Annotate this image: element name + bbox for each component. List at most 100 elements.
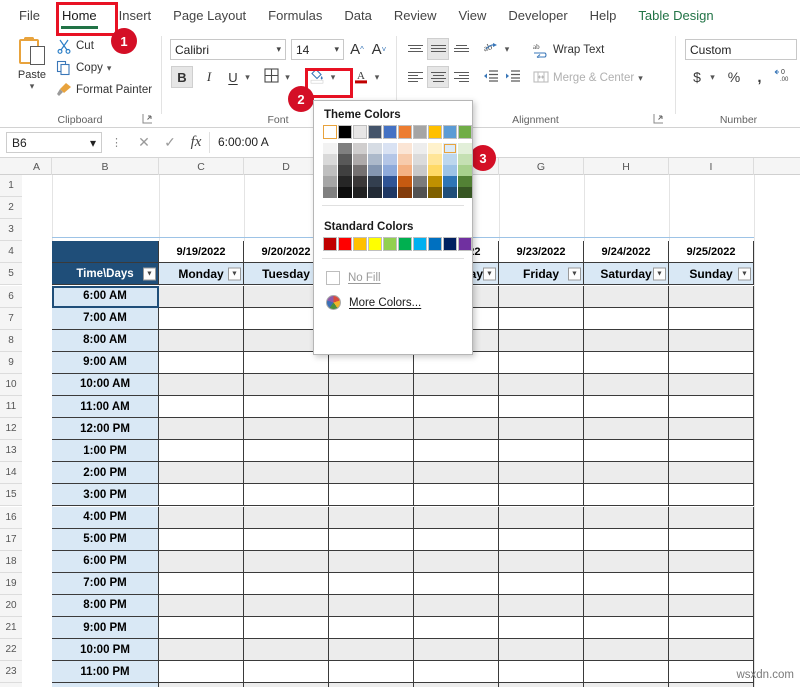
schedule-cell[interactable]: [244, 484, 329, 506]
tab-insert[interactable]: Insert: [108, 4, 163, 27]
borders-chevron-down-icon[interactable]: ▾: [281, 66, 294, 88]
theme-variant-column[interactable]: [323, 143, 337, 198]
theme-variant-column[interactable]: [368, 143, 382, 198]
schedule-cell[interactable]: [669, 330, 754, 352]
schedule-cell[interactable]: [499, 529, 584, 551]
paste-button[interactable]: Paste ▾: [10, 35, 54, 107]
theme-variant-swatch[interactable]: [413, 176, 427, 187]
filter-arrow-day[interactable]: ▼: [653, 267, 666, 280]
schedule-cell[interactable]: [669, 396, 754, 418]
theme-variant-column[interactable]: [353, 143, 367, 198]
row-header-12[interactable]: 12: [0, 418, 22, 440]
schedule-cell[interactable]: [329, 529, 414, 551]
schedule-cell[interactable]: [244, 529, 329, 551]
time-label-cell[interactable]: 8:00 PM: [52, 595, 159, 617]
schedule-cell[interactable]: [669, 286, 754, 308]
align-bottom-button[interactable]: [450, 38, 472, 60]
schedule-cell[interactable]: [329, 683, 414, 687]
schedule-cell[interactable]: [159, 551, 244, 573]
font-size-combo[interactable]: 14 ▾: [291, 39, 344, 60]
schedule-cell[interactable]: [414, 617, 499, 639]
theme-variant-swatch[interactable]: [443, 154, 457, 165]
font-color-chevron-down-icon[interactable]: ▾: [370, 66, 384, 88]
theme-variant-swatch[interactable]: [338, 143, 352, 154]
schedule-cell[interactable]: [584, 529, 669, 551]
schedule-cell[interactable]: [669, 683, 754, 687]
time-label-cell[interactable]: 12:00 PM: [52, 418, 159, 440]
standard-color-swatch[interactable]: [353, 237, 367, 251]
schedule-cell[interactable]: [584, 507, 669, 529]
underline-chevron-down-icon[interactable]: ▾: [241, 66, 254, 88]
wrap-text-button[interactable]: ab Wrap Text: [533, 42, 604, 58]
row-header-9[interactable]: 9: [0, 352, 22, 374]
standard-color-swatch[interactable]: [443, 237, 457, 251]
time-label-cell[interactable]: 7:00 AM: [52, 308, 159, 330]
schedule-cell[interactable]: [159, 440, 244, 462]
schedule-cell[interactable]: [669, 639, 754, 661]
schedule-cell[interactable]: [499, 396, 584, 418]
theme-variant-swatch[interactable]: [368, 143, 382, 154]
schedule-cell[interactable]: [244, 396, 329, 418]
font-name-combo[interactable]: Calibri ▾: [170, 39, 286, 60]
row-header-13[interactable]: 13: [0, 440, 22, 462]
time-label-cell[interactable]: 10:00 AM: [52, 374, 159, 396]
schedule-cell[interactable]: [159, 573, 244, 595]
row-header-5[interactable]: 5: [0, 263, 22, 285]
tab-help[interactable]: Help: [579, 4, 628, 27]
schedule-cell[interactable]: [244, 661, 329, 683]
align-top-button[interactable]: [404, 38, 426, 60]
standard-color-swatch[interactable]: [413, 237, 427, 251]
schedule-cell[interactable]: [669, 418, 754, 440]
alignment-dialog-launcher-icon[interactable]: [653, 113, 665, 125]
theme-variant-swatch[interactable]: [353, 187, 367, 198]
date-header-cell[interactable]: 9/19/2022: [159, 241, 244, 263]
schedule-cell[interactable]: [329, 418, 414, 440]
schedule-cell[interactable]: [499, 595, 584, 617]
schedule-cell[interactable]: [244, 507, 329, 529]
schedule-cell[interactable]: [584, 418, 669, 440]
schedule-cell[interactable]: [414, 595, 499, 617]
row-header-23[interactable]: 23: [0, 661, 22, 683]
day-header-cell[interactable]: Saturday▼: [584, 263, 669, 285]
column-header-g[interactable]: G: [499, 158, 584, 175]
formula-bar-input[interactable]: 6:00:00 A: [209, 132, 800, 153]
theme-variant-swatch[interactable]: [338, 187, 352, 198]
more-colors-item[interactable]: More Colors...: [314, 290, 472, 315]
theme-variant-swatch[interactable]: [323, 165, 337, 176]
tab-page-layout[interactable]: Page Layout: [162, 4, 257, 27]
schedule-cell[interactable]: [159, 396, 244, 418]
tab-view[interactable]: View: [447, 4, 497, 27]
theme-variant-swatch[interactable]: [428, 187, 442, 198]
schedule-cell[interactable]: [584, 661, 669, 683]
row-header-6[interactable]: 6: [0, 286, 22, 308]
theme-variant-swatch[interactable]: [398, 154, 412, 165]
day-header-cell[interactable]: Friday▼: [499, 263, 584, 285]
time-label-cell[interactable]: 9:00 AM: [52, 352, 159, 374]
font-color-button[interactable]: A: [350, 66, 372, 88]
schedule-cell[interactable]: [669, 308, 754, 330]
schedule-cell[interactable]: [329, 573, 414, 595]
theme-variant-swatch[interactable]: [323, 154, 337, 165]
theme-variant-swatch[interactable]: [458, 187, 472, 198]
theme-color-swatch[interactable]: [323, 125, 337, 139]
schedule-cell[interactable]: [329, 661, 414, 683]
theme-variant-column[interactable]: [443, 143, 457, 198]
schedule-cell[interactable]: [159, 308, 244, 330]
schedule-cell[interactable]: [499, 484, 584, 506]
theme-variant-swatch[interactable]: [383, 187, 397, 198]
theme-variant-column[interactable]: [413, 143, 427, 198]
standard-color-swatch[interactable]: [383, 237, 397, 251]
align-right-button[interactable]: [450, 66, 472, 88]
row-header-16[interactable]: 16: [0, 507, 22, 529]
time-label-cell[interactable]: 4:00 PM: [52, 507, 159, 529]
schedule-cell[interactable]: [414, 683, 499, 687]
schedule-cell[interactable]: [329, 352, 414, 374]
fill-color-dropdown[interactable]: Theme Colors Standard Colors No Fill Mor…: [313, 100, 473, 355]
row-header-14[interactable]: 14: [0, 462, 22, 484]
schedule-cell[interactable]: [244, 440, 329, 462]
schedule-cell[interactable]: [414, 418, 499, 440]
increase-font-size-button[interactable]: A^: [347, 38, 367, 60]
time-label-cell[interactable]: 12:00 AM: [52, 683, 159, 687]
tab-file[interactable]: File: [8, 4, 51, 27]
schedule-cell[interactable]: [584, 440, 669, 462]
